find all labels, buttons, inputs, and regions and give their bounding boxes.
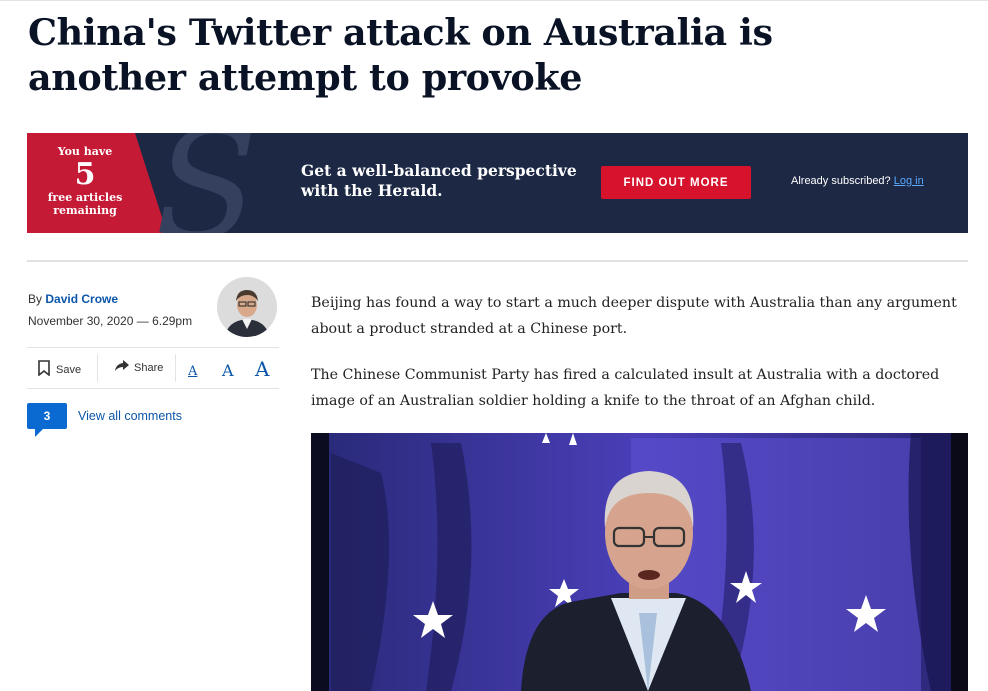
article-toolbar: Save Share A A A [27,347,279,389]
already-subscribed-text: Already subscribed? [791,175,891,187]
share-button[interactable]: Share [115,360,163,375]
byline: By David Crowe [28,292,118,306]
font-size-small-button[interactable]: A [188,364,197,379]
article-paragraph: The Chinese Communist Party has fired a … [311,367,940,409]
byline-prefix: By [28,292,43,306]
section-divider [27,260,968,262]
share-label: Share [134,361,164,374]
already-subscribed: Already subscribed? Log in [791,175,924,187]
article-photo[interactable] [311,433,968,691]
find-out-more-button[interactable]: FIND OUT MORE [601,166,751,199]
comment-count: 3 [43,409,51,423]
free-article-counter: You have 5 free articles remaining [45,145,125,217]
share-arrow-icon [115,360,129,375]
counter-label: free articles [47,191,123,204]
author-avatar[interactable] [217,277,277,337]
login-link[interactable]: Log in [894,175,924,187]
publish-date: November 30, 2020 — 6.29pm [28,314,193,328]
view-comments-label: View all comments [78,409,182,423]
toolbar-separator [175,354,176,382]
counter-suffix: remaining [53,204,117,217]
article-paragraph: Beijing has found a way to start a much … [311,295,957,337]
view-comments-link[interactable]: 3 View all comments [27,403,182,437]
comment-bubble-icon: 3 [27,403,67,437]
save-button[interactable]: Save [37,360,81,379]
top-divider [0,0,988,1]
article-headline: China's Twitter attack on Australia is a… [28,11,773,99]
author-link[interactable]: David Crowe [45,292,118,306]
counter-number: 5 [74,157,96,192]
font-size-medium-button[interactable]: A [222,361,234,380]
banner-message: Get a well-balanced perspective with the… [301,161,577,200]
toolbar-separator [97,354,98,382]
save-label: Save [56,363,82,376]
font-size-large-button[interactable]: A [255,357,269,381]
bookmark-icon [37,360,51,379]
herald-logo-watermark: S [155,133,258,233]
subscription-banner: S You have 5 free articles remaining Get… [27,133,968,233]
